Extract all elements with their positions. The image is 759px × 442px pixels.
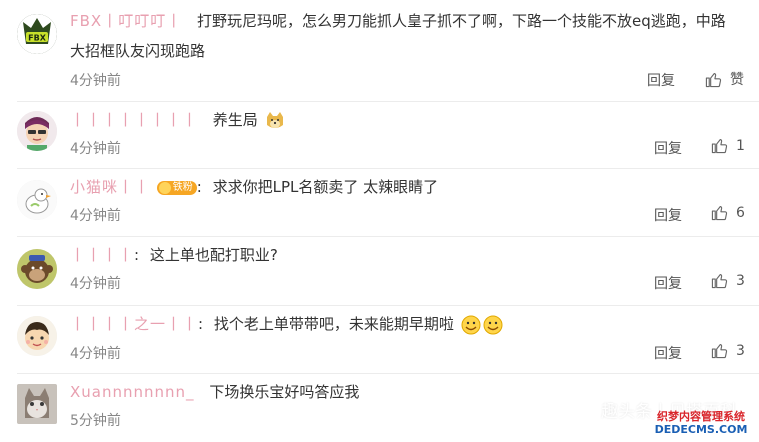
comment-text: 求求你把LPL名额卖了 太辣眼睛了 — [212, 178, 439, 196]
username[interactable]: 丨丨丨丨之一丨丨 — [70, 315, 198, 333]
timestamp: 4分钟前 — [70, 141, 121, 157]
logo-bottom-text: DEDECMS.COM — [654, 423, 748, 436]
svg-text:FBX: FBX — [28, 34, 47, 43]
site-logo: 织梦内容管理系统 DEDECMS.COM — [647, 410, 755, 436]
comment-line: 丨丨丨丨丨丨丨丨 养生局 — [70, 106, 285, 134]
colon: : — [198, 315, 204, 333]
avatar[interactable] — [17, 249, 57, 289]
thumbs-up-icon — [711, 344, 728, 359]
avatar[interactable] — [17, 180, 57, 220]
thumbs-up-icon — [711, 139, 728, 154]
thumbs-up-icon — [711, 206, 728, 221]
timestamp: 4分钟前 — [70, 73, 121, 89]
like-button[interactable]: 3 — [711, 272, 745, 289]
comment-item: 丨丨丨丨丨丨丨丨 养生局 4分钟前 回复 1 — [0, 102, 759, 169]
reply-button[interactable]: 回复 — [654, 138, 682, 158]
comment-text: 下场换乐宝好吗答应我 — [209, 383, 360, 401]
username[interactable]: Xuannnnnnnn_ — [70, 383, 195, 401]
reply-button[interactable]: 回复 — [654, 273, 682, 293]
cartoon-face-avatar-icon — [17, 111, 57, 151]
like-count: 3 — [736, 272, 745, 289]
timestamp: 4分钟前 — [70, 276, 121, 292]
like-count: 1 — [736, 137, 745, 154]
monkey-avatar-icon — [17, 249, 57, 289]
comment-text: 打野玩尼玛呢，怎么男刀能抓人皇子抓不了啊，下路一个技能不放eq逃跑，中路 — [196, 12, 726, 30]
avatar[interactable] — [17, 111, 57, 151]
avatar[interactable] — [17, 384, 57, 424]
comment-line: FBX丨叮叮叮丨 打野玩尼玛呢，怎么男刀能抓人皇子抓不了啊，下路一个技能不放eq… — [70, 7, 726, 35]
like-count: 3 — [736, 342, 745, 359]
like-button[interactable]: 1 — [711, 137, 745, 154]
like-button[interactable]: 6 — [711, 204, 745, 221]
comment-text: 养生局 — [212, 111, 258, 129]
comment-item: 丨丨丨丨之一丨丨: 找个老上单带带吧，未来能期早期啦 4分钟前 回复 3 — [0, 306, 759, 374]
timestamp: 4分钟前 — [70, 208, 121, 224]
avatar[interactable] — [17, 316, 57, 356]
comment-text: 找个老上单带带吧，未来能期早期啦 — [213, 315, 454, 333]
thumbs-up-icon — [705, 72, 722, 87]
comment-text: 这上单也配打职业? — [149, 246, 278, 264]
cat-avatar-icon — [17, 384, 57, 424]
like-button[interactable]: 赞 — [705, 69, 744, 89]
colon: : — [134, 246, 140, 264]
doge-emoji-icon — [266, 111, 283, 128]
comment-item: FBX FBX丨叮叮叮丨 打野玩尼玛呢，怎么男刀能抓人皇子抓不了啊，下路一个技能… — [0, 0, 759, 102]
duck-avatar-icon — [17, 180, 57, 220]
comment-line: Xuannnnnnnn_ 下场换乐宝好吗答应我 — [70, 378, 359, 406]
comment-item: 丨丨丨丨: 这上单也配打职业? 4分钟前 回复 3 — [0, 237, 759, 306]
like-button[interactable]: 3 — [711, 342, 745, 359]
fan-badge: 铁粉 — [156, 180, 197, 195]
reply-button[interactable]: 回复 — [654, 343, 682, 363]
timestamp: 5分钟前 — [70, 413, 121, 429]
reply-button[interactable]: 回复 — [647, 70, 675, 90]
comment-text-continued: 大招框队友闪现跑路 — [70, 42, 206, 60]
thumbs-up-icon — [711, 274, 728, 289]
username[interactable]: 小猫咪丨丨 — [70, 178, 150, 196]
comment-line: 小猫咪丨丨 铁粉: 求求你把LPL名额卖了 太辣眼睛了 — [70, 173, 438, 201]
username[interactable]: 丨丨丨丨丨丨丨丨 — [70, 111, 198, 129]
comment-item: 小猫咪丨丨 铁粉: 求求你把LPL名额卖了 太辣眼睛了 4分钟前 回复 6 — [0, 169, 759, 237]
grin-emoji-icon — [461, 315, 481, 334]
username[interactable]: 丨丨丨丨 — [70, 246, 134, 264]
comment-line: 丨丨丨丨之一丨丨: 找个老上单带带吧，未来能期早期啦 — [70, 310, 503, 338]
like-label: 赞 — [730, 72, 744, 88]
boy-avatar-icon — [17, 316, 57, 356]
logo-top-text: 织梦内容管理系统 — [657, 410, 745, 423]
grin-emoji-icon — [483, 315, 503, 334]
reply-button[interactable]: 回复 — [654, 205, 682, 225]
timestamp: 4分钟前 — [70, 346, 121, 362]
fbx-logo-avatar-icon: FBX — [17, 14, 57, 54]
colon: : — [196, 178, 202, 196]
avatar[interactable]: FBX — [17, 14, 57, 54]
comment-line: 丨丨丨丨: 这上单也配打职业? — [70, 241, 278, 269]
like-count: 6 — [736, 204, 745, 221]
username[interactable]: FBX丨叮叮叮丨 — [70, 12, 182, 30]
